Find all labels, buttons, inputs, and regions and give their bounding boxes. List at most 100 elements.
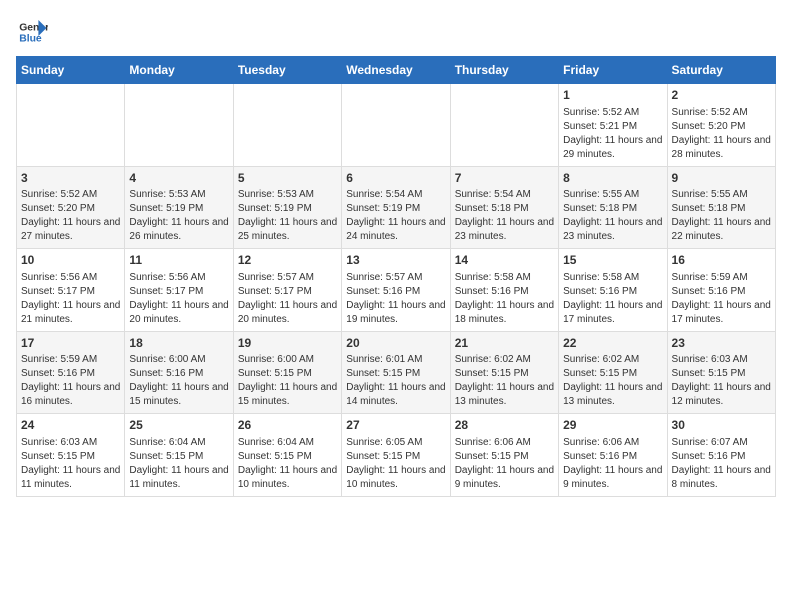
day-info: Sunrise: 5:56 AM Sunset: 5:17 PM Dayligh… — [21, 271, 120, 327]
day-info: Sunrise: 5:59 AM Sunset: 5:16 PM Dayligh… — [672, 271, 771, 327]
day-number: 29 — [563, 418, 662, 434]
day-info: Sunrise: 5:53 AM Sunset: 5:19 PM Dayligh… — [238, 188, 337, 244]
day-number: 4 — [129, 171, 228, 187]
calendar-cell: 2 Sunrise: 5:52 AM Sunset: 5:20 PM Daylig… — [667, 84, 775, 167]
day-info: Sunrise: 6:06 AM Sunset: 5:16 PM Dayligh… — [563, 436, 662, 492]
weekday-header-thursday: Thursday — [450, 57, 558, 84]
day-info: Sunrise: 6:02 AM Sunset: 5:15 PM Dayligh… — [563, 353, 662, 409]
calendar-week-row: 3Sunrise: 5:52 AM Sunset: 5:20 PM Daylig… — [17, 166, 776, 249]
calendar-cell — [125, 84, 233, 167]
calendar-cell: 11 Sunrise: 5:56 AM Sunset: 5:17 PM Dayli… — [125, 249, 233, 332]
day-number: 21 — [455, 336, 554, 352]
calendar-cell — [233, 84, 341, 167]
calendar-cell: 20Sunrise: 6:01 AM Sunset: 5:15 PM Dayli… — [342, 331, 450, 414]
weekday-header-wednesday: Wednesday — [342, 57, 450, 84]
day-info: Sunrise: 6:00 AM Sunset: 5:15 PM Dayligh… — [238, 353, 337, 409]
day-number: 11 — [129, 253, 228, 269]
day-info: Sunrise: 6:04 AM Sunset: 5:15 PM Dayligh… — [238, 436, 337, 492]
day-info: Sunrise: 5:52 AM Sunset: 5:20 PM Dayligh… — [672, 106, 771, 162]
day-number: 18 — [129, 336, 228, 352]
day-info: Sunrise: 6:02 AM Sunset: 5:15 PM Dayligh… — [455, 353, 554, 409]
calendar-cell: 23Sunrise: 6:03 AM Sunset: 5:15 PM Dayli… — [667, 331, 775, 414]
day-number: 8 — [563, 171, 662, 187]
calendar-cell — [17, 84, 125, 167]
day-number: 6 — [346, 171, 445, 187]
day-number: 23 — [672, 336, 771, 352]
logo: General Blue — [16, 16, 48, 48]
day-number: 12 — [238, 253, 337, 269]
day-info: Sunrise: 5:56 AM Sunset: 5:17 PM Dayligh… — [129, 271, 228, 327]
calendar-cell: 26 Sunrise: 6:04 AM Sunset: 5:15 PM Dayli… — [233, 414, 341, 497]
day-number: 9 — [672, 171, 771, 187]
calendar-cell: 9Sunrise: 5:55 AM Sunset: 5:18 PM Daylig… — [667, 166, 775, 249]
calendar-header-row: SundayMondayTuesdayWednesdayThursdayFrid… — [17, 57, 776, 84]
calendar-cell: 29 Sunrise: 6:06 AM Sunset: 5:16 PM Dayli… — [559, 414, 667, 497]
day-number: 7 — [455, 171, 554, 187]
day-number: 20 — [346, 336, 445, 352]
day-info: Sunrise: 5:58 AM Sunset: 5:16 PM Dayligh… — [563, 271, 662, 327]
page-header: General Blue — [16, 16, 776, 48]
day-info: Sunrise: 5:54 AM Sunset: 5:18 PM Dayligh… — [455, 188, 554, 244]
calendar-cell: 28 Sunrise: 6:06 AM Sunset: 5:15 PM Dayli… — [450, 414, 558, 497]
calendar-cell: 19Sunrise: 6:00 AM Sunset: 5:15 PM Dayli… — [233, 331, 341, 414]
calendar-cell: 4Sunrise: 5:53 AM Sunset: 5:19 PM Daylig… — [125, 166, 233, 249]
day-info: Sunrise: 5:55 AM Sunset: 5:18 PM Dayligh… — [563, 188, 662, 244]
day-info: Sunrise: 6:06 AM Sunset: 5:15 PM Dayligh… — [455, 436, 554, 492]
calendar-cell: 30 Sunrise: 6:07 AM Sunset: 5:16 PM Dayli… — [667, 414, 775, 497]
day-info: Sunrise: 5:54 AM Sunset: 5:19 PM Dayligh… — [346, 188, 445, 244]
day-info: Sunrise: 6:07 AM Sunset: 5:16 PM Dayligh… — [672, 436, 771, 492]
calendar-cell: 7Sunrise: 5:54 AM Sunset: 5:18 PM Daylig… — [450, 166, 558, 249]
day-info: Sunrise: 6:04 AM Sunset: 5:15 PM Dayligh… — [129, 436, 228, 492]
calendar-table: SundayMondayTuesdayWednesdayThursdayFrid… — [16, 56, 776, 497]
day-number: 2 — [672, 88, 771, 104]
weekday-header-monday: Monday — [125, 57, 233, 84]
calendar-cell — [450, 84, 558, 167]
day-number: 14 — [455, 253, 554, 269]
day-number: 1 — [563, 88, 662, 104]
calendar-week-row: 17Sunrise: 5:59 AM Sunset: 5:16 PM Dayli… — [17, 331, 776, 414]
day-number: 15 — [563, 253, 662, 269]
calendar-cell: 21Sunrise: 6:02 AM Sunset: 5:15 PM Dayli… — [450, 331, 558, 414]
day-number: 3 — [21, 171, 120, 187]
calendar-cell: 25Sunrise: 6:04 AM Sunset: 5:15 PM Dayli… — [125, 414, 233, 497]
day-number: 26 — [238, 418, 337, 434]
weekday-header-tuesday: Tuesday — [233, 57, 341, 84]
day-number: 17 — [21, 336, 120, 352]
calendar-cell — [342, 84, 450, 167]
calendar-cell: 24 Sunrise: 6:03 AM Sunset: 5:15 PM Dayli… — [17, 414, 125, 497]
day-number: 10 — [21, 253, 120, 269]
day-info: Sunrise: 5:59 AM Sunset: 5:16 PM Dayligh… — [21, 353, 120, 409]
weekday-header-friday: Friday — [559, 57, 667, 84]
calendar-week-row: 10 Sunrise: 5:56 AM Sunset: 5:17 PM Dayli… — [17, 249, 776, 332]
logo-icon: General Blue — [16, 16, 48, 48]
calendar-cell: 6Sunrise: 5:54 AM Sunset: 5:19 PM Daylig… — [342, 166, 450, 249]
calendar-cell: 8Sunrise: 5:55 AM Sunset: 5:18 PM Daylig… — [559, 166, 667, 249]
calendar-cell: 15 Sunrise: 5:58 AM Sunset: 5:16 PM Dayli… — [559, 249, 667, 332]
day-info: Sunrise: 6:01 AM Sunset: 5:15 PM Dayligh… — [346, 353, 445, 409]
calendar-week-row: 24 Sunrise: 6:03 AM Sunset: 5:15 PM Dayli… — [17, 414, 776, 497]
day-number: 28 — [455, 418, 554, 434]
day-info: Sunrise: 5:58 AM Sunset: 5:16 PM Dayligh… — [455, 271, 554, 327]
calendar-cell: 10 Sunrise: 5:56 AM Sunset: 5:17 PM Dayli… — [17, 249, 125, 332]
day-info: Sunrise: 5:53 AM Sunset: 5:19 PM Dayligh… — [129, 188, 228, 244]
day-number: 16 — [672, 253, 771, 269]
calendar-cell: 5Sunrise: 5:53 AM Sunset: 5:19 PM Daylig… — [233, 166, 341, 249]
calendar-cell: 17Sunrise: 5:59 AM Sunset: 5:16 PM Dayli… — [17, 331, 125, 414]
day-info: Sunrise: 6:03 AM Sunset: 5:15 PM Dayligh… — [21, 436, 120, 492]
day-number: 13 — [346, 253, 445, 269]
day-info: Sunrise: 5:55 AM Sunset: 5:18 PM Dayligh… — [672, 188, 771, 244]
calendar-cell: 13 Sunrise: 5:57 AM Sunset: 5:16 PM Dayli… — [342, 249, 450, 332]
calendar-cell: 18Sunrise: 6:00 AM Sunset: 5:16 PM Dayli… — [125, 331, 233, 414]
day-number: 30 — [672, 418, 771, 434]
calendar-cell: 3Sunrise: 5:52 AM Sunset: 5:20 PM Daylig… — [17, 166, 125, 249]
weekday-header-sunday: Sunday — [17, 57, 125, 84]
calendar-cell: 1Sunrise: 5:52 AM Sunset: 5:21 PM Daylig… — [559, 84, 667, 167]
day-number: 22 — [563, 336, 662, 352]
day-number: 5 — [238, 171, 337, 187]
day-info: Sunrise: 5:57 AM Sunset: 5:16 PM Dayligh… — [346, 271, 445, 327]
day-number: 27 — [346, 418, 445, 434]
day-info: Sunrise: 6:05 AM Sunset: 5:15 PM Dayligh… — [346, 436, 445, 492]
calendar-cell: 22Sunrise: 6:02 AM Sunset: 5:15 PM Dayli… — [559, 331, 667, 414]
calendar-cell: 16 Sunrise: 5:59 AM Sunset: 5:16 PM Dayli… — [667, 249, 775, 332]
day-number: 24 — [21, 418, 120, 434]
